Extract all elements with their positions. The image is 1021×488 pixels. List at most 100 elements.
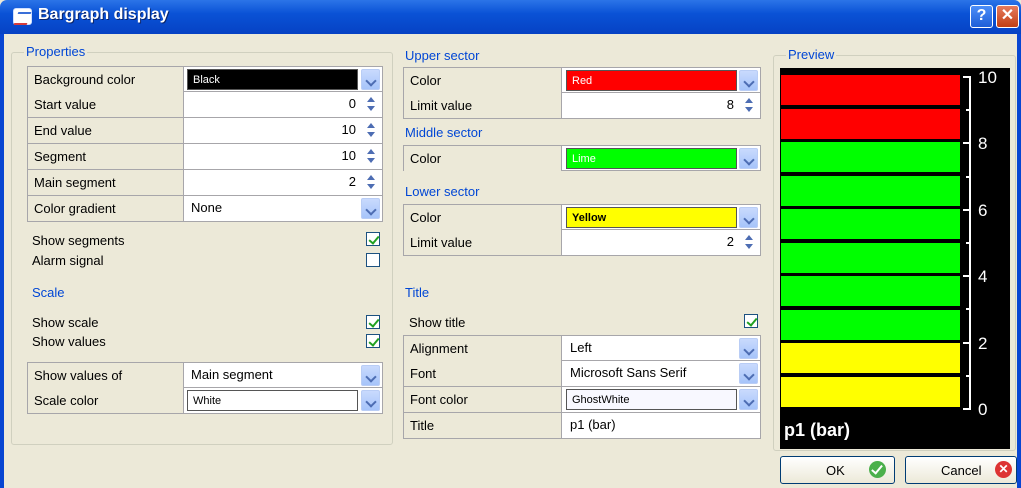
start-value-spinner-icon[interactable] (364, 95, 378, 114)
show-values-of-row: Show values of Main segment (27, 362, 383, 388)
properties-group-label: Properties (24, 44, 88, 59)
segment-label: Segment (28, 144, 184, 169)
scale-color-swatch[interactable]: White (187, 390, 358, 411)
lower-color-swatch[interactable]: Yellow (566, 207, 737, 228)
upper-color-row: Color Red (403, 67, 761, 93)
main-segment-input[interactable]: 2 (184, 170, 384, 195)
show-values-label: Show values (32, 334, 106, 349)
main-segment-spinner-icon[interactable] (364, 173, 378, 192)
scale-tick (966, 175, 971, 178)
bargraph-segment (780, 141, 961, 173)
cancel-button-label: Cancel (941, 463, 982, 478)
scale-tick (963, 76, 971, 78)
upper-color-label: Color (404, 68, 562, 93)
bargraph-segment (780, 174, 961, 207)
end-value-label: End value (28, 118, 184, 143)
end-value-spinner-icon[interactable] (364, 121, 378, 140)
lower-sector-heading: Lower sector (405, 184, 480, 199)
title-bar: Bargraph display ? ✕ (0, 0, 1021, 34)
close-icon: ✕ (1000, 7, 1015, 24)
middle-color-dropdown-icon[interactable] (739, 148, 758, 169)
show-values-of-select[interactable]: Main segment (187, 363, 357, 388)
lower-limit-spinner-icon[interactable] (742, 233, 756, 252)
app-icon (13, 8, 32, 25)
show-title-checkbox[interactable] (744, 314, 758, 328)
scale-tick (966, 109, 971, 112)
scale-tick (963, 208, 971, 211)
show-title-label: Show title (409, 315, 466, 330)
segment-input[interactable]: 10 (184, 144, 384, 169)
show-segments-label: Show segments (32, 233, 125, 248)
color-gradient-row: Color gradient None (27, 196, 383, 222)
bargraph-segment (780, 275, 961, 307)
font-color-swatch[interactable]: GhostWhite (566, 389, 737, 410)
end-value-input[interactable]: 10 (184, 118, 384, 143)
lower-color-row: Color Yellow (403, 204, 761, 230)
show-segments-checkbox[interactable] (366, 232, 380, 246)
ok-button-label: OK (826, 463, 845, 478)
font-label: Font (404, 361, 562, 386)
bargraph-segment (780, 342, 961, 374)
scale-tick (963, 142, 971, 145)
font-color-row: Font color GhostWhite (403, 387, 761, 413)
bargraph-segment (780, 308, 961, 341)
title-input[interactable]: p1 (bar) (566, 413, 756, 438)
segment-row: Segment 10 (27, 144, 383, 170)
upper-color-swatch[interactable]: Red (566, 70, 737, 91)
show-values-of-dropdown-icon[interactable] (361, 365, 380, 386)
font-color-dropdown-icon[interactable] (739, 389, 758, 410)
scale-value-label: 6 (978, 200, 988, 220)
bargraph-segment (780, 375, 961, 408)
middle-color-row: Color Lime (403, 145, 761, 171)
scale-tick (966, 308, 971, 311)
scale-tick (966, 242, 971, 244)
color-gradient-select[interactable]: None (187, 196, 357, 221)
scale-heading: Scale (32, 285, 65, 300)
bargraph-preview: p1 (bar) 10 8 6 4 2 0 (780, 68, 1010, 449)
cancel-x-icon: ✕ (995, 461, 1012, 478)
show-values-checkbox[interactable] (366, 334, 380, 348)
scale-tick (963, 408, 971, 410)
alignment-label: Alignment (404, 336, 562, 361)
lower-color-dropdown-icon[interactable] (739, 207, 758, 228)
start-value-label: Start value (28, 92, 184, 117)
start-value-row: Start value 0 (27, 92, 383, 118)
scale-tick (966, 374, 971, 377)
background-color-swatch[interactable]: Black (187, 69, 358, 90)
segment-spinner-icon[interactable] (364, 147, 378, 166)
scale-color-row: Scale color White (27, 388, 383, 414)
bargraph-segment (780, 241, 961, 274)
bargraph-segment (780, 74, 961, 106)
help-button[interactable]: ? (970, 5, 993, 28)
end-value-row: End value 10 (27, 118, 383, 144)
upper-color-dropdown-icon[interactable] (739, 70, 758, 91)
font-select[interactable]: Microsoft Sans Serif (566, 361, 736, 386)
main-segment-label: Main segment (28, 170, 184, 195)
scale-value-label: 4 (978, 267, 988, 287)
alarm-signal-checkbox[interactable] (366, 253, 380, 267)
font-dropdown-icon[interactable] (739, 363, 758, 384)
alignment-select[interactable]: Left (566, 336, 736, 361)
window-frame-right (1017, 34, 1021, 488)
upper-limit-spinner-icon[interactable] (742, 96, 756, 115)
scale-value-label: 10 (978, 68, 997, 87)
preview-group-label: Preview (786, 47, 837, 62)
middle-color-swatch[interactable]: Lime (566, 148, 737, 169)
alignment-dropdown-icon[interactable] (739, 338, 758, 359)
color-gradient-dropdown-icon[interactable] (361, 198, 380, 219)
upper-limit-label: Limit value (404, 93, 562, 118)
help-icon: ? (976, 7, 987, 24)
start-value-input[interactable]: 0 (184, 92, 384, 117)
background-color-dropdown-icon[interactable] (361, 69, 380, 90)
title-heading: Title (405, 285, 430, 300)
scale-color-dropdown-icon[interactable] (361, 390, 380, 411)
lower-limit-input[interactable]: 2 (562, 230, 762, 255)
close-button[interactable]: ✕ (996, 5, 1019, 28)
cancel-button[interactable]: Cancel ✕ (905, 456, 1017, 484)
window-frame-left (0, 34, 4, 488)
ok-button[interactable]: OK (780, 456, 895, 484)
show-scale-checkbox[interactable] (366, 315, 380, 329)
upper-limit-row: Limit value 8 (403, 93, 761, 119)
show-scale-label: Show scale (32, 315, 99, 330)
upper-limit-input[interactable]: 8 (562, 93, 762, 118)
